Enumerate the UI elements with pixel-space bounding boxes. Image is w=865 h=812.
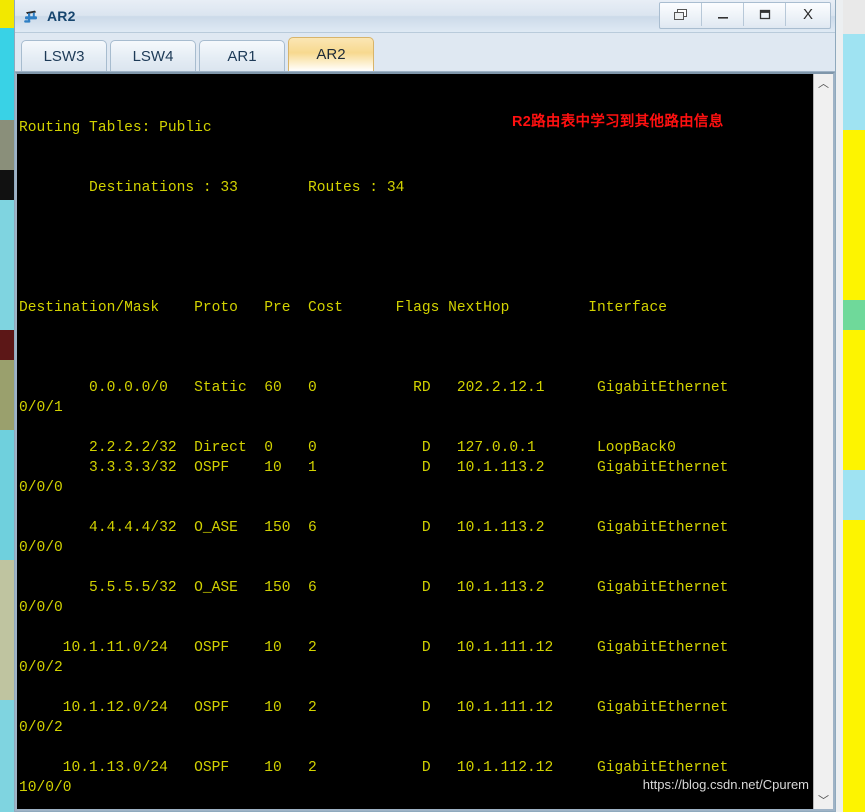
close-button[interactable]: X — [786, 3, 830, 26]
window-controls: X — [659, 2, 831, 29]
desktop-left-strip — [0, 0, 14, 812]
scroll-up-button[interactable]: ︿ — [814, 74, 833, 92]
red-annotation: R2路由表中学习到其他路由信息 — [512, 114, 724, 130]
tab-ar1[interactable]: AR1 — [199, 40, 285, 71]
device-tab-bar: LSW3 LSW4 AR1 AR2 — [15, 33, 835, 72]
route-line: 5.5.5.5/32 O_ASE 150 6 D 10.1.113.2 Giga… — [19, 580, 729, 596]
ar2-console-window: AR2 X LSW3 LSW4 AR1 AR2 Routing Tables: … — [14, 0, 836, 812]
route-lines: 0.0.0.0/0 Static 60 0 RD 202.2.12.1 Giga… — [19, 358, 813, 809]
window-title: AR2 — [47, 8, 76, 24]
terminal-area: Routing Tables: Public Destinations : 33… — [15, 72, 835, 811]
route-line: 10.1.12.0/24 OSPF 10 2 D 10.1.111.12 Gig… — [19, 700, 729, 716]
route-line: 10.1.11.0/24 OSPF 10 2 D 10.1.111.12 Gig… — [19, 640, 729, 656]
maximize-button[interactable] — [744, 3, 786, 26]
tab-lsw3[interactable]: LSW3 — [21, 40, 107, 71]
restore-button[interactable] — [660, 3, 702, 26]
cli-output[interactable]: Routing Tables: Public Destinations : 33… — [17, 74, 813, 809]
scroll-down-button[interactable]: ﹀ — [814, 791, 833, 809]
tab-ar2[interactable]: AR2 — [288, 37, 374, 71]
route-line: 0/0/0 — [19, 480, 63, 496]
route-line: 0/0/1 — [19, 400, 63, 416]
route-line: 0/0/2 — [19, 720, 63, 736]
window-titlebar: AR2 X — [15, 0, 835, 33]
route-line: 3.3.3.3/32 OSPF 10 1 D 10.1.113.2 Gigabi… — [19, 460, 729, 476]
vertical-scrollbar[interactable]: ︿ ﹀ — [813, 74, 833, 809]
route-line: 4.4.4.4/32 O_ASE 150 6 D 10.1.113.2 Giga… — [19, 520, 729, 536]
desktop-right-strip — [843, 0, 865, 812]
minimize-button[interactable] — [702, 3, 744, 26]
route-line: 0.0.0.0/0 Static 60 0 RD 202.2.12.1 Giga… — [19, 380, 729, 396]
routing-summary: Destinations : 33 Routes : 34 — [19, 180, 405, 196]
router-icon — [23, 8, 41, 26]
table-header: Destination/Mask Proto Pre Cost Flags Ne… — [19, 300, 668, 316]
tab-lsw4[interactable]: LSW4 — [110, 40, 196, 71]
route-line: 2.2.2.2/32 Direct 0 0 D 127.0.0.1 LoopBa… — [19, 440, 676, 456]
watermark-text: https://blog.csdn.net/Cpurem — [642, 777, 809, 792]
route-line: 0/0/0 — [19, 600, 63, 616]
route-line: 0/0/2 — [19, 660, 63, 676]
route-line: 0/0/0 — [19, 540, 63, 556]
